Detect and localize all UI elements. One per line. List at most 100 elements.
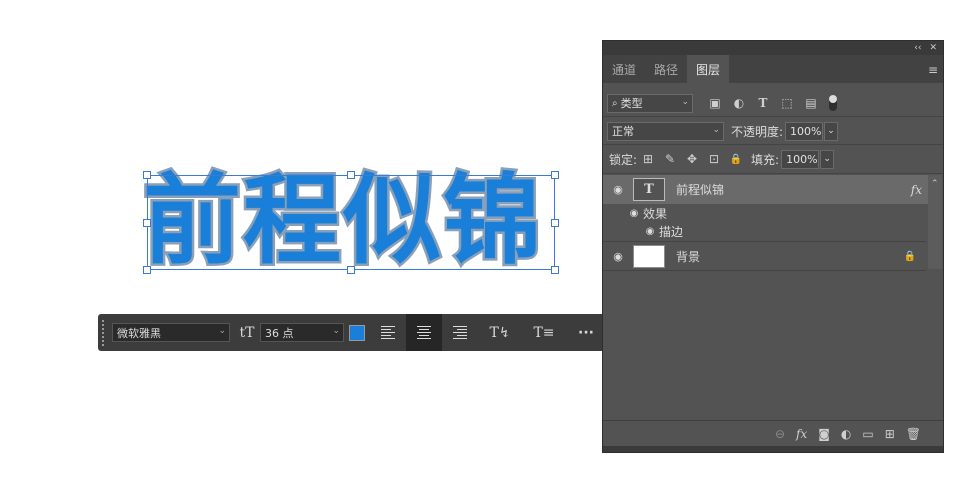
transform-handle-top[interactable] (347, 171, 355, 179)
lock-artboard-icon[interactable]: ⊡ (703, 152, 725, 166)
align-right-icon (453, 326, 467, 339)
align-left-button[interactable] (370, 314, 406, 351)
filter-pixel-icon[interactable]: ▣ (703, 96, 727, 110)
contextual-task-bar: 微软雅黑 ⌄ tT 36 点 ⌄ T↯ T≡ ··· (98, 314, 612, 351)
font-family-dropdown[interactable]: 微软雅黑 ⌄ (112, 323, 230, 342)
transform-handle-bottom-left[interactable] (143, 266, 151, 274)
tab-paths[interactable]: 路径 (645, 55, 687, 83)
panel-menu-icon[interactable]: ≡ (928, 63, 938, 77)
fill-input[interactable]: 100% (781, 149, 820, 169)
transform-bounding-box (147, 175, 555, 270)
opacity-label: 不透明度: (731, 124, 784, 139)
filter-toggle-knob (829, 95, 837, 103)
transform-handle-top-right[interactable] (551, 171, 559, 179)
filter-toggle[interactable] (829, 95, 837, 111)
stroke-effect-label: 描边 (659, 225, 684, 239)
layer-effects-row[interactable]: ◉ 效果 (603, 204, 928, 222)
font-size-dropdown[interactable]: 36 点 ⌄ (260, 323, 344, 342)
layer-row-text[interactable]: ◉ T 前程似锦 fx (603, 175, 928, 204)
divider (603, 270, 926, 271)
panel-resize-handle[interactable] (603, 446, 943, 452)
visibility-eye-icon[interactable]: ◉ (603, 250, 633, 263)
filter-kind-dropdown[interactable]: ⌕ 类型 ⌄ (607, 93, 693, 113)
drag-grip-icon[interactable] (98, 314, 108, 351)
divider (603, 144, 943, 145)
divider (603, 173, 943, 174)
tab-channels[interactable]: 通道 (603, 55, 645, 83)
tab-layers[interactable]: 图层 (687, 55, 730, 83)
transform-handle-bottom-right[interactable] (551, 266, 559, 274)
opacity-slider-button[interactable]: ⌄ (824, 121, 839, 141)
chevron-down-icon: ⌄ (681, 96, 689, 107)
opacity-input[interactable]: 100% (785, 121, 824, 141)
filter-smart-object-icon[interactable]: ▤ (799, 96, 823, 110)
blend-row: 正常 ⌄ 不透明度: 100% ⌄ (603, 120, 943, 142)
align-right-button[interactable] (442, 314, 478, 351)
lock-transparent-pixels-icon[interactable]: ⊞ (637, 152, 659, 166)
add-mask-icon[interactable]: ◙ (818, 427, 830, 441)
more-options-button[interactable]: ··· (566, 325, 606, 341)
chevron-down-icon: ⌄ (823, 154, 831, 164)
chevron-up-icon[interactable]: ⌃ (931, 179, 939, 189)
visibility-eye-icon[interactable]: ◉ (625, 208, 643, 219)
align-center-button[interactable] (406, 314, 442, 351)
chevron-down-icon: ⌄ (332, 326, 340, 336)
layer-effect-stroke-row[interactable]: ◉ 描边 (603, 222, 928, 241)
background-layer-thumbnail (633, 244, 665, 268)
transform-handle-top-left[interactable] (143, 171, 151, 179)
visibility-eye-icon[interactable]: ◉ (641, 226, 659, 237)
font-size-icon: tT (239, 324, 255, 341)
align-center-icon (417, 326, 431, 339)
new-adjustment-layer-icon[interactable]: ◐ (841, 427, 851, 441)
layer-name[interactable]: 前程似锦 (676, 181, 911, 198)
transform-handle-bottom[interactable] (347, 266, 355, 274)
close-icon[interactable]: ✕ (929, 43, 937, 53)
filter-adjustment-icon[interactable]: ◐ (727, 96, 751, 110)
lock-all-icon[interactable]: 🔒 (725, 154, 747, 165)
fill-slider-button[interactable]: ⌄ (820, 149, 835, 169)
warp-text-button[interactable]: T↯ (478, 325, 522, 341)
lock-position-icon[interactable]: ✥ (681, 152, 703, 166)
panel-title-bar[interactable]: ‹‹ ✕ (603, 41, 943, 55)
blend-mode-value: 正常 (612, 125, 634, 138)
lock-image-pixels-icon[interactable]: ✎ (659, 152, 681, 166)
layers-bottom-toolbar: ⊖ fx ◙ ◐ ▭ ⊞ 🗑 (603, 420, 943, 446)
layers-scrollbar[interactable]: ⌃ (928, 175, 942, 269)
font-family-value: 微软雅黑 (117, 326, 161, 340)
effects-label: 效果 (643, 206, 668, 221)
lock-label: 锁定: (609, 152, 638, 167)
fill-value: 100% (786, 152, 818, 166)
add-layer-style-icon[interactable]: fx (796, 427, 807, 441)
layer-row-background[interactable]: ◉ 背景 🔒 (603, 242, 928, 270)
text-layer-object[interactable]: 前程似锦 (141, 162, 559, 281)
search-icon: ⌕ (612, 97, 618, 109)
filter-shape-icon[interactable]: ⬚ (775, 96, 799, 110)
filter-kind-value: 类型 (620, 97, 643, 110)
layer-filter-row: ⌕ 类型 ⌄ ▣ ◐ T ⬚ ▤ (603, 91, 943, 115)
transform-handle-right[interactable] (551, 219, 559, 227)
layer-fx-icon[interactable]: fx (911, 183, 922, 197)
character-panel-button[interactable]: T≡ (522, 325, 566, 341)
visibility-eye-icon[interactable]: ◉ (603, 183, 633, 196)
text-color-button[interactable] (344, 324, 370, 341)
new-group-icon[interactable]: ▭ (862, 427, 873, 441)
font-size-value: 36 点 (265, 326, 294, 340)
panel-tabs: 通道 路径 图层 ≡ (603, 55, 943, 83)
align-left-icon (381, 326, 395, 339)
text-layer-thumbnail: T (633, 178, 665, 201)
opacity-value: 100% (790, 124, 822, 138)
text-color-swatch (349, 324, 365, 341)
new-layer-icon[interactable]: ⊞ (885, 427, 895, 441)
collapse-icon[interactable]: ‹‹ (914, 43, 921, 53)
delete-layer-icon[interactable]: 🗑 (906, 427, 921, 441)
layer-name[interactable]: 背景 (676, 248, 904, 265)
chevron-down-icon: ⌄ (218, 326, 226, 336)
lock-row: 锁定: ⊞ ✎ ✥ ⊡ 🔒 填充: 100% ⌄ (603, 148, 943, 170)
blend-mode-dropdown[interactable]: 正常 ⌄ (607, 121, 724, 141)
filter-type-icon[interactable]: T (751, 96, 775, 110)
divider (603, 116, 943, 117)
chevron-down-icon: ⌄ (712, 124, 720, 135)
document-canvas[interactable]: 前程似锦 微软雅黑 ⌄ tT 36 点 ⌄ T↯ T≡ ··· ‹‹ ✕ 通道 … (0, 0, 960, 492)
transform-handle-left[interactable] (143, 219, 151, 227)
link-layers-icon[interactable]: ⊖ (775, 427, 785, 441)
